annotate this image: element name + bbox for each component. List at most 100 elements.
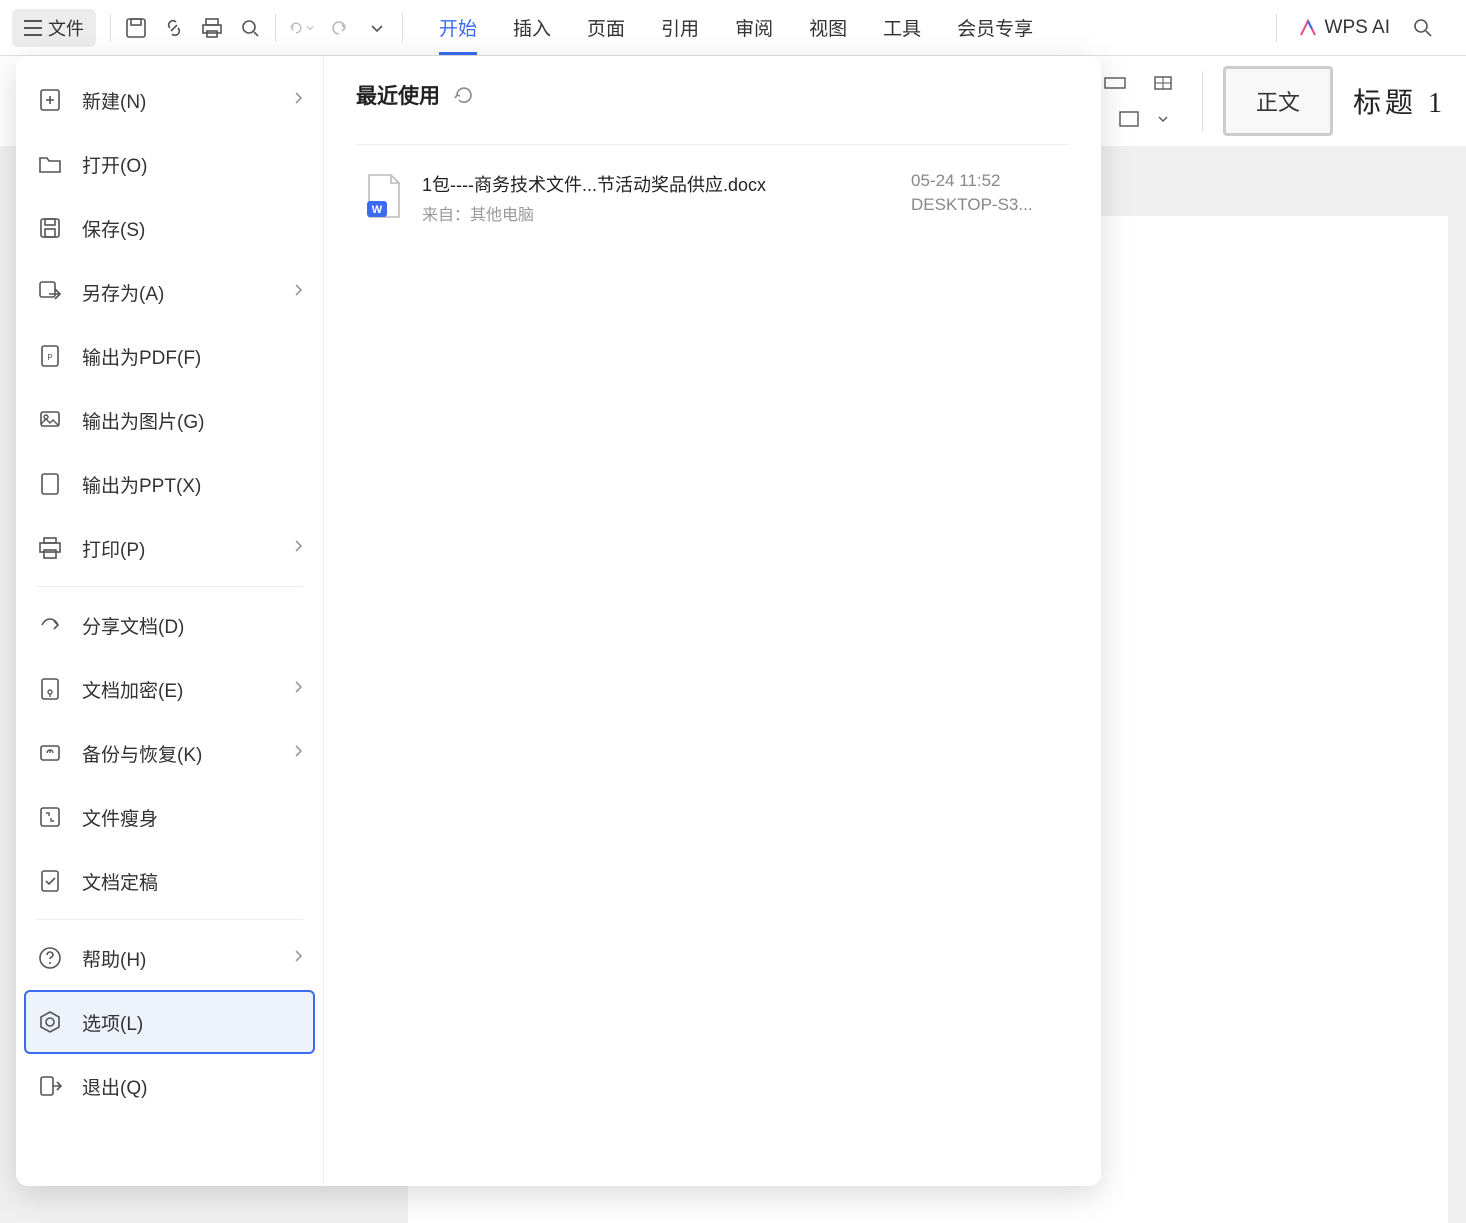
chevron-down-icon[interactable] (1158, 114, 1168, 124)
tab-view[interactable]: 视图 (809, 0, 847, 55)
file-label: 文件 (48, 15, 84, 41)
menu-item-label: 文档加密(E) (82, 676, 183, 703)
style-heading1[interactable]: 标题 1 (1353, 81, 1446, 121)
menu-item-label: 备份与恢复(K) (82, 740, 202, 767)
encrypt-icon (36, 675, 64, 703)
top-toolbar: 文件 开始 插入 页面 引用 审阅 视图 工具 会员专享 WPS AI (0, 0, 1466, 56)
separator (275, 14, 276, 42)
menu-item-label: 打开(O) (82, 151, 147, 178)
save-icon[interactable] (123, 15, 149, 41)
undo-button[interactable] (288, 15, 314, 41)
tab-insert[interactable]: 插入 (513, 0, 551, 55)
file-menu-button[interactable]: 文件 (12, 9, 96, 47)
file-menu-recent-panel: 最近使用 W 1包----商务技术文件...节活动奖品供应.docx 来自：其他… (324, 56, 1101, 1186)
menu-item-finalize[interactable]: 文档定稿 (24, 849, 315, 913)
menu-item-image-export[interactable]: 输出为图片(G) (24, 388, 315, 452)
menu-item-label: 选项(L) (82, 1009, 143, 1036)
separator (402, 14, 403, 42)
menu-item-exit[interactable]: 退出(Q) (24, 1054, 315, 1118)
menu-item-new[interactable]: 新建(N) (24, 68, 315, 132)
menu-item-label: 保存(S) (82, 215, 145, 242)
saveas-icon (36, 278, 64, 306)
separator (110, 14, 111, 42)
chevron-down-icon (306, 23, 314, 33)
style-normal[interactable]: 正文 (1223, 66, 1333, 136)
menu-item-label: 输出为图片(G) (82, 407, 204, 434)
ruler-icon[interactable] (1102, 70, 1128, 96)
menu-item-saveas[interactable]: 另存为(A) (24, 260, 315, 324)
menu-item-help[interactable]: 帮助(H) (24, 926, 315, 990)
menu-item-pdf[interactable]: P输出为PDF(F) (24, 324, 315, 388)
redo-button[interactable] (326, 15, 352, 41)
menu-icon (24, 20, 42, 36)
menu-item-ppt-export[interactable]: 输出为PPT(X) (24, 452, 315, 516)
tab-start[interactable]: 开始 (439, 0, 477, 55)
save-icon (36, 214, 64, 242)
chevron-right-icon (293, 742, 303, 764)
menu-item-label: 新建(N) (82, 87, 146, 114)
search-icon[interactable] (1410, 15, 1436, 41)
tab-review[interactable]: 审阅 (735, 0, 773, 55)
fit-icon[interactable] (1150, 70, 1176, 96)
chevron-right-icon (293, 89, 303, 111)
refresh-icon[interactable] (454, 85, 474, 105)
ppt-export-icon (36, 470, 64, 498)
open-icon (36, 150, 64, 178)
options-icon (36, 1008, 64, 1036)
ribbon-tabs: 开始 插入 页面 引用 审阅 视图 工具 会员专享 (439, 0, 1033, 55)
recent-file-time: 05-24 11:52 (911, 171, 1061, 191)
more-dropdown[interactable] (364, 15, 390, 41)
menu-item-share[interactable]: 分享文档(D) (24, 593, 315, 657)
menu-item-label: 帮助(H) (82, 945, 146, 972)
tab-reference[interactable]: 引用 (661, 0, 699, 55)
separator (1276, 14, 1277, 42)
menu-item-label: 输出为PPT(X) (82, 471, 201, 498)
tab-member[interactable]: 会员专享 (957, 0, 1033, 55)
divider (356, 144, 1069, 145)
recent-file-meta: 05-24 11:52 DESKTOP-S3... (911, 171, 1061, 215)
menu-item-label: 分享文档(D) (82, 612, 184, 639)
menu-item-save[interactable]: 保存(S) (24, 196, 315, 260)
chevron-right-icon (293, 281, 303, 303)
menu-item-label: 文档定稿 (82, 868, 158, 895)
menu-item-encrypt[interactable]: 文档加密(E) (24, 657, 315, 721)
menu-item-backup[interactable]: 备份与恢复(K) (24, 721, 315, 785)
tab-page[interactable]: 页面 (587, 0, 625, 55)
separator (1202, 71, 1203, 131)
print-icon (36, 534, 64, 562)
menu-item-open[interactable]: 打开(O) (24, 132, 315, 196)
print-toolbar-icon[interactable] (199, 15, 225, 41)
tab-tools[interactable]: 工具 (883, 0, 921, 55)
right-tools: WPS AI (1270, 14, 1462, 42)
image-export-icon (36, 406, 64, 434)
grid-icon[interactable] (1116, 106, 1142, 132)
recent-file-item[interactable]: W 1包----商务技术文件...节活动奖品供应.docx 来自：其他电脑 05… (356, 161, 1069, 235)
menu-item-print[interactable]: 打印(P) (24, 516, 315, 580)
preview-icon[interactable] (237, 15, 263, 41)
menu-item-options[interactable]: 选项(L) (24, 990, 315, 1054)
help-icon (36, 944, 64, 972)
compress-icon (36, 803, 64, 831)
new-icon (36, 86, 64, 114)
menu-item-label: 文件瘦身 (82, 804, 158, 831)
recent-title: 最近使用 (356, 80, 440, 110)
svg-text:W: W (372, 204, 383, 216)
pdf-icon: P (36, 342, 64, 370)
recent-file-device: DESKTOP-S3... (911, 195, 1061, 215)
chevron-down-icon (370, 21, 384, 35)
chevron-right-icon (293, 537, 303, 559)
wps-ai-button[interactable]: WPS AI (1297, 17, 1390, 39)
ai-logo-icon (1297, 17, 1319, 39)
menu-item-compress[interactable]: 文件瘦身 (24, 785, 315, 849)
link-icon[interactable] (161, 15, 187, 41)
menu-item-label: 另存为(A) (82, 279, 164, 306)
exit-icon (36, 1072, 64, 1100)
file-menu-sidebar: 新建(N) 打开(O) 保存(S) 另存为(A) P输出为PDF(F) 输出为图片(G) 输… (16, 56, 324, 1186)
menu-divider (36, 919, 303, 920)
recent-file-source: 来自：其他电脑 (422, 201, 893, 225)
svg-text:P: P (47, 353, 52, 362)
menu-divider (36, 586, 303, 587)
share-icon (36, 611, 64, 639)
menu-item-label: 退出(Q) (82, 1073, 147, 1100)
chevron-right-icon (293, 678, 303, 700)
